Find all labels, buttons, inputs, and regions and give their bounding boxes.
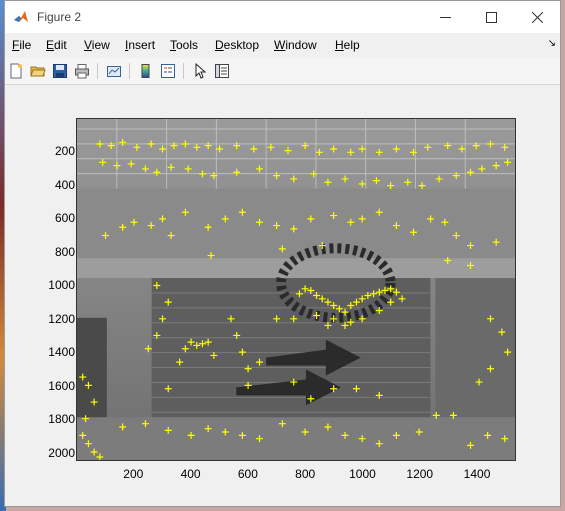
close-icon xyxy=(531,11,543,23)
menu-file[interactable]: File xyxy=(12,38,31,52)
x-tick-label: 600 xyxy=(237,467,258,481)
y-tick-label: 1800 xyxy=(48,412,75,427)
window-title: Figure 2 xyxy=(37,10,82,24)
property-inspector-button[interactable] xyxy=(213,62,231,80)
y-tick-label: 1200 xyxy=(48,311,75,326)
x-tick-label: 1200 xyxy=(406,467,434,481)
menu-window[interactable]: Window xyxy=(274,38,317,52)
minimize-icon xyxy=(439,16,451,18)
figure-window: Figure 2 File Edit View Insert Tools Des… xyxy=(4,0,561,507)
title-bar: Figure 2 xyxy=(5,1,560,33)
y-tick-label: 1000 xyxy=(48,278,75,293)
x-tick-label: 1000 xyxy=(349,467,376,481)
save-button[interactable] xyxy=(51,62,69,80)
select-arrow-icon xyxy=(195,63,207,79)
insert-colorbar-icon xyxy=(141,64,150,78)
new-figure-icon xyxy=(10,63,22,79)
maximize-icon xyxy=(485,11,497,23)
menu-desktop[interactable]: Desktop xyxy=(215,38,259,52)
insert-legend-icon xyxy=(161,64,175,78)
x-tick-label: 400 xyxy=(180,467,201,481)
dock-figure-icon[interactable]: ↘ xyxy=(548,38,556,49)
maximize-button[interactable] xyxy=(468,1,514,33)
y-tick-label: 2000 xyxy=(48,445,75,460)
y-tick-label: 600 xyxy=(54,211,75,226)
insert-legend-button[interactable] xyxy=(159,62,177,80)
new-figure-button[interactable] xyxy=(7,62,25,80)
image-axes[interactable] xyxy=(76,118,516,461)
open-file-icon xyxy=(30,66,46,77)
close-button[interactable] xyxy=(514,1,560,33)
menu-help[interactable]: Help xyxy=(335,38,360,52)
print-icon xyxy=(75,64,89,79)
matlab-icon xyxy=(14,11,28,22)
link-plot-icon xyxy=(107,66,121,77)
minimize-button[interactable] xyxy=(422,1,468,33)
y-tick-label: 1600 xyxy=(48,378,75,393)
x-tick-label: 200 xyxy=(123,467,144,481)
open-file-button[interactable] xyxy=(29,62,47,80)
x-tick-label: 1400 xyxy=(463,467,491,481)
menu-insert[interactable]: Insert xyxy=(125,38,155,52)
property-inspector-icon xyxy=(215,64,229,78)
print-button[interactable] xyxy=(73,62,91,80)
menu-bar: File Edit View Insert Tools Desktop Wind… xyxy=(5,33,560,57)
save-icon xyxy=(53,64,67,78)
link-plot-button[interactable] xyxy=(105,62,123,80)
menu-edit[interactable]: Edit xyxy=(46,38,67,52)
toolbar-separator xyxy=(183,63,184,79)
y-tick-label: 200 xyxy=(54,144,75,159)
y-tick-label: 1400 xyxy=(48,345,75,360)
toolbar-separator xyxy=(97,63,98,79)
x-tick-label: 800 xyxy=(295,467,316,481)
figure-toolbar xyxy=(5,58,560,85)
y-tick-label: 400 xyxy=(54,177,75,192)
menu-tools[interactable]: Tools xyxy=(170,38,198,52)
insert-colorbar-button[interactable] xyxy=(137,62,155,80)
select-arrow-button[interactable] xyxy=(191,62,209,80)
toolbar-separator xyxy=(129,63,130,79)
y-tick-label: 800 xyxy=(54,244,75,259)
menu-view[interactable]: View xyxy=(84,38,110,52)
